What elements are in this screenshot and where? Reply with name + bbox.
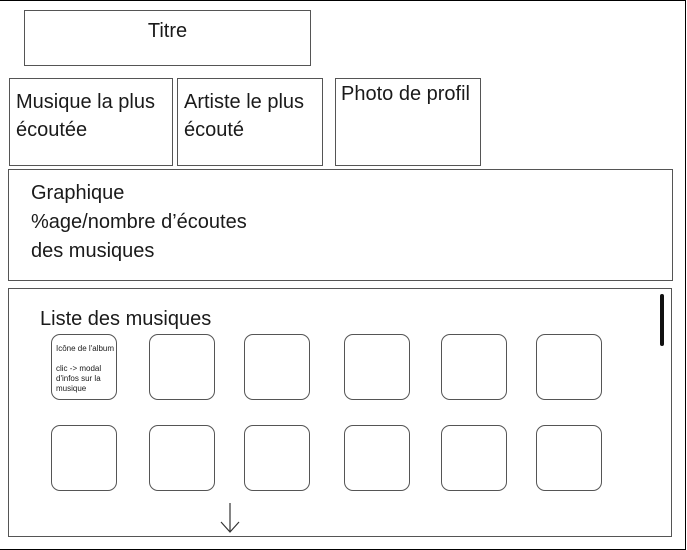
album-tile[interactable] [244, 334, 310, 400]
album-tile[interactable] [149, 334, 215, 400]
album-tile[interactable] [344, 425, 410, 491]
music-list-title: Liste des musiques [40, 308, 212, 330]
listening-chart-placeholder: Graphique %age/nombre d’écoutes des musi… [8, 169, 673, 281]
profile-photo[interactable]: Photo de profil [335, 78, 481, 166]
music-list-panel: Liste des musiques Icône de l'album clic… [8, 288, 672, 537]
most-played-music-card[interactable]: Musique la plus écoutée [9, 78, 173, 166]
title-header: Titre [24, 10, 311, 66]
album-tile-note: Icône de l'album clic -> modal d'infos s… [56, 344, 115, 393]
chart-placeholder-label: Graphique %age/nombre d’écoutes des musi… [31, 182, 247, 262]
album-tile[interactable] [536, 334, 602, 400]
album-tile[interactable]: Icône de l'album clic -> modal d'infos s… [51, 334, 117, 400]
most-played-artist-label: Artiste le plus écouté [184, 91, 305, 141]
album-tile[interactable] [536, 425, 602, 491]
album-tile[interactable] [441, 334, 507, 400]
page-title: Titre [147, 20, 188, 42]
album-tile[interactable] [51, 425, 117, 491]
arrow-down-icon[interactable] [219, 502, 241, 534]
album-tile[interactable] [244, 425, 310, 491]
most-played-artist-card[interactable]: Artiste le plus écouté [177, 78, 323, 166]
album-tile[interactable] [344, 334, 410, 400]
album-tile[interactable] [149, 425, 215, 491]
music-list-scrollbar[interactable] [660, 294, 664, 346]
profile-photo-label: Photo de profil [341, 83, 470, 105]
most-played-music-label: Musique la plus écoutée [16, 91, 155, 141]
album-tile[interactable] [441, 425, 507, 491]
